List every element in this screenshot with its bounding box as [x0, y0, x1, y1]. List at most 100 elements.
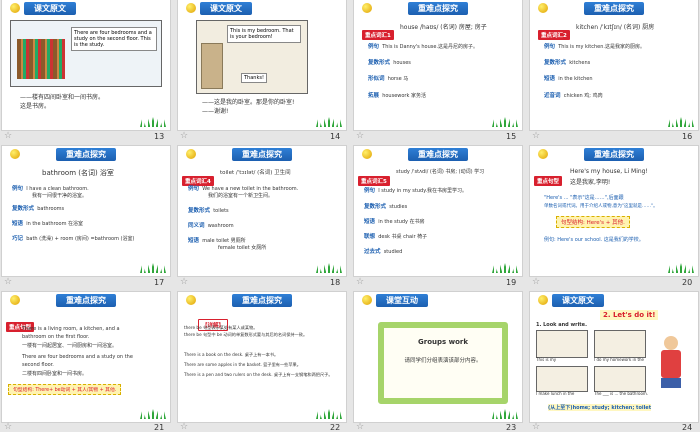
slide-20[interactable]: 重难点探究 重点句型 Here's my house, Li Ming! 这是我…: [530, 146, 698, 276]
explain-1: "Here's ... "表示"这是……",后面跟: [544, 195, 624, 201]
slide-number: 16: [682, 132, 693, 141]
slide-number: 19: [506, 278, 517, 287]
sentence-line-cn: 二楼有四间卧室和一间书房。: [22, 371, 88, 377]
row-value-2: female toilet 女厕所: [218, 245, 267, 251]
row-value: bath (洗澡) + room (房间) =bathroom (浴室): [26, 236, 135, 242]
star-icon[interactable]: ☆: [532, 131, 540, 141]
exercise-text: This is my: [536, 357, 557, 362]
slide-header: 重难点探究: [232, 294, 292, 307]
row-label: 例句: [368, 44, 380, 50]
slide-number: 20: [682, 278, 693, 287]
slide-17[interactable]: 重难点探究 bathroom (名词) 浴室 例句 I have a clean…: [2, 146, 170, 276]
sentence-cn: 这是我家,李明!: [570, 179, 611, 186]
grass-icon: [668, 263, 694, 273]
slide-23[interactable]: 课堂互动 Groups work 请同学们分组表演该部分内容。: [354, 292, 522, 422]
example-line: There is a book on the desk. 桌子上有一本书。: [184, 352, 279, 357]
ball-icon: [362, 295, 372, 305]
slide-15[interactable]: 重难点探究 重点词汇1 house /haʊs/ (名词) 房屋; 房子 例句 …: [354, 0, 522, 130]
ball-icon: [10, 149, 20, 159]
slide-number: 17: [154, 278, 165, 287]
row-label: 例句: [12, 186, 24, 192]
slide-16[interactable]: 重难点探究 重点词汇2 kitchen /ˈkɪtʃɪn/ (名词) 厨房 例句…: [530, 0, 698, 130]
cn-line-2: 这是书房。: [20, 103, 51, 110]
grass-icon: [316, 117, 342, 127]
star-icon[interactable]: ☆: [180, 131, 188, 141]
sentence-title: Here's my house, Li Ming!: [570, 168, 648, 175]
slide-14[interactable]: 课文原文 This is my bedroom. That is your be…: [178, 0, 346, 130]
answer-line: (从上至下)home; study; kitchen; toilet: [548, 404, 652, 411]
word-title: kitchen /ˈkɪtʃɪn/ (名词) 厨房: [576, 24, 655, 31]
row-label: 复数形式: [544, 60, 567, 66]
ball-icon: [538, 3, 548, 13]
structure-hint: 句型结构: There+ be动词 + 其人/其物 + 其他.: [8, 384, 122, 395]
exercise-text: The ___ is ... the bathroom.: [594, 391, 649, 396]
ball-icon: [538, 295, 548, 305]
word-title: study /ˈstʌdi/ (名词) 书房; (动词) 学习: [396, 169, 485, 175]
row-label: 过去式: [364, 249, 381, 255]
explain-2: 单数名词或代词。用于介绍人或物,意为"这里就是……"。: [544, 204, 658, 209]
speech-bubble: This is my bedroom. That is your bedroom…: [227, 25, 301, 43]
example-sentence: 例句: Here's our school. 这是我们的学校。: [544, 237, 644, 243]
slide-grid: 课文原文 There are four bedrooms and a study…: [2, 0, 698, 432]
exercise-text: I do my homework in the: [594, 357, 645, 362]
star-icon[interactable]: ☆: [180, 277, 188, 287]
row-value: bathrooms: [37, 206, 65, 212]
star-icon[interactable]: ☆: [4, 277, 12, 287]
row-label: 复数形式: [368, 60, 391, 66]
slide-21[interactable]: 重难点探究 重点句型 There is a living room, a kit…: [2, 292, 170, 422]
row-label: 短语: [188, 238, 200, 244]
group-work-frame: Groups work 请同学们分组表演该部分内容。: [378, 322, 508, 404]
slide-header: 课堂互动: [376, 294, 428, 307]
slide-header: 重难点探究: [584, 148, 644, 161]
slide-header: 课文原文: [552, 294, 604, 307]
bookshelf: [17, 39, 65, 79]
key-word-tag: 重点词汇2: [538, 30, 570, 40]
ball-icon: [362, 3, 372, 13]
exercise-picture: [536, 366, 588, 392]
slide-13[interactable]: 课文原文 There are four bedrooms and a study…: [2, 0, 170, 130]
star-icon[interactable]: ☆: [532, 277, 540, 287]
word-title: house /haʊs/ (名词) 房屋; 房子: [400, 24, 487, 31]
slide-number: 14: [330, 132, 341, 141]
slide-24[interactable]: 课文原文 2. Let's do it! 1. Look and write. …: [530, 292, 698, 422]
star-icon[interactable]: ☆: [356, 277, 364, 287]
exercise-picture: [594, 330, 646, 358]
sentence-line: There is a living room, a kitchen, and a: [22, 326, 120, 332]
grass-icon: [492, 263, 518, 273]
row-value: This is Danny's house.这是丹尼的房子。: [382, 44, 479, 50]
grass-icon: [316, 263, 342, 273]
grass-icon: [492, 117, 518, 127]
key-word-tag: 重点词汇5: [358, 176, 390, 186]
slide-number: 15: [506, 132, 517, 141]
cn-line-1: ——楼有四间卧室和一间书房。: [20, 94, 105, 101]
exercise-picture: [536, 330, 588, 358]
row-value: studied: [383, 249, 403, 255]
door: [201, 43, 223, 89]
slide-header: 课文原文: [200, 2, 252, 15]
speech-bubble: There are four bedrooms and a study on t…: [71, 27, 157, 51]
row-label: 复数形式: [188, 208, 211, 214]
detail-line: there be 句型中 be 动词的单复数形式要与其后的名词保持一致。: [184, 332, 308, 337]
word-title: bathroom (名词) 浴室: [42, 169, 114, 177]
key-word-tag: 重点词汇1: [362, 30, 394, 40]
star-icon[interactable]: ☆: [356, 131, 364, 141]
cn-line-1: ——这是我的卧室。那是你的卧室!: [202, 99, 295, 106]
row-label: 近音词: [544, 93, 561, 99]
group-work-body: 请同学们分组表演该部分内容。: [404, 358, 482, 364]
slide-18[interactable]: 重难点探究 重点词汇4 toilet /ˈtɔɪlət/ (名词) 卫生间 例句…: [178, 146, 346, 276]
row-label: 短语: [544, 76, 556, 82]
slide-header: 重难点探究: [232, 148, 292, 161]
group-work-title: Groups work: [418, 338, 468, 346]
row-label: 形似词: [368, 76, 385, 82]
row-value-cn: 我们的浴室有一个新卫生间。: [208, 193, 274, 199]
detail-line: there be 句型表示某处有某人或某物。: [184, 325, 258, 330]
slide-header: 重难点探究: [408, 148, 468, 161]
key-sentence-tag: 重点句型: [534, 176, 563, 186]
illustration: This is my bedroom. That is your bedroom…: [196, 20, 308, 94]
slide-19[interactable]: 重难点探究 重点词汇5 study /ˈstʌdi/ (名词) 书房; (动词)…: [354, 146, 522, 276]
ball-icon: [10, 295, 20, 305]
slide-22[interactable]: 重难点探究 【详解】 there be 句型表示某处有某人或某物。 there …: [178, 292, 346, 422]
row-value: chicken 鸡; 鸡肉: [563, 93, 603, 99]
star-icon[interactable]: ☆: [4, 131, 12, 141]
structure-hint: 句型结构: Here's + 其他.: [556, 216, 630, 228]
